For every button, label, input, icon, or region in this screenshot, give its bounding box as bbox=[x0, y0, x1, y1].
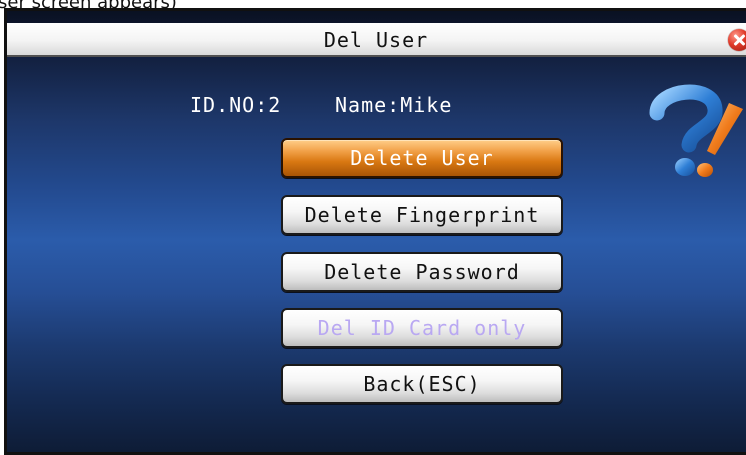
page: ser screen appears) Del User ID.NO:2 Nam… bbox=[0, 0, 746, 455]
menu-item-del-id-card-only[interactable]: Del ID Card only bbox=[281, 308, 563, 348]
menu-item-delete-password[interactable]: Delete Password bbox=[281, 252, 563, 292]
window-title: Del User bbox=[323, 28, 429, 52]
close-icon[interactable] bbox=[728, 29, 746, 51]
device-screen: Del User ID.NO:2 Name:Mike Delete User D… bbox=[4, 8, 746, 455]
menu-item-delete-user[interactable]: Delete User bbox=[281, 138, 563, 178]
help-question-exclamation-icon bbox=[649, 84, 743, 177]
menu-item-back-esc[interactable]: Back(ESC) bbox=[281, 364, 563, 404]
menu-item-delete-fingerprint[interactable]: Delete Fingerprint bbox=[281, 195, 563, 235]
user-id-label: ID.NO:2 bbox=[190, 93, 282, 117]
user-name-label: Name:Mike bbox=[335, 93, 453, 117]
title-bar: Del User bbox=[7, 23, 746, 57]
